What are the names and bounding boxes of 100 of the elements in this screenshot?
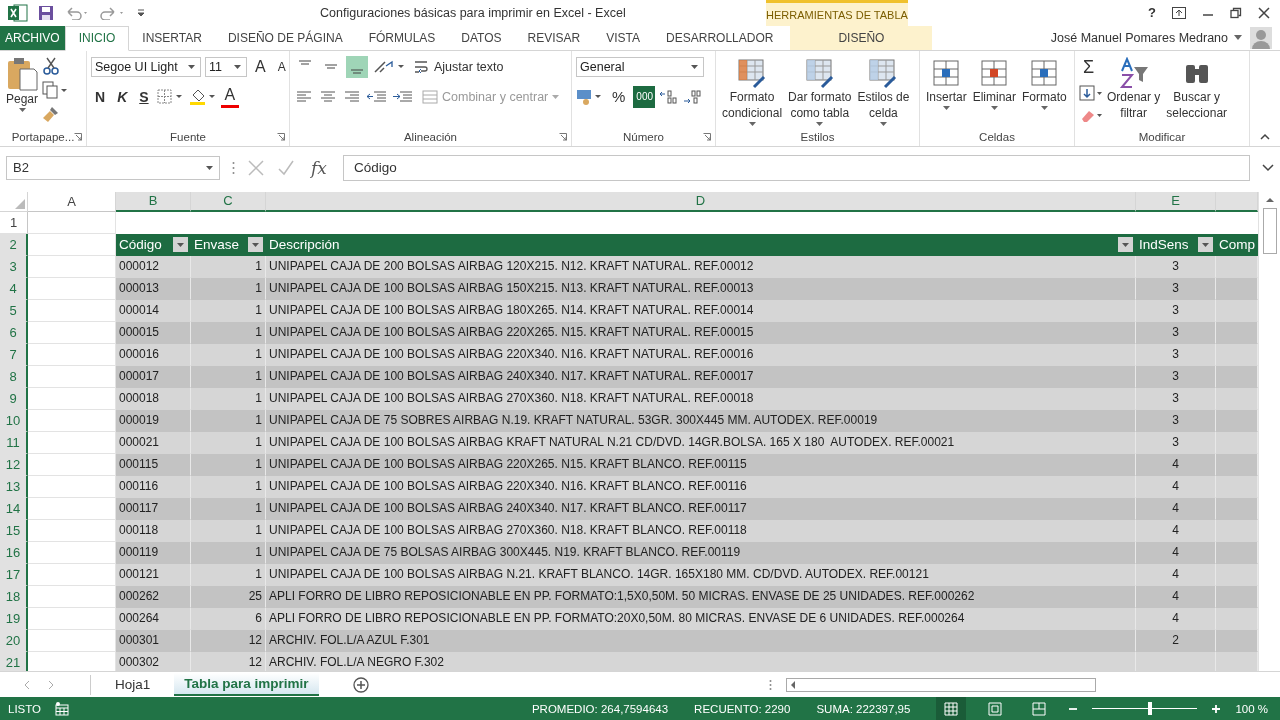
column-header[interactable]: A: [28, 191, 116, 212]
column-header[interactable]: C: [191, 191, 266, 212]
brush-icon[interactable]: [42, 104, 61, 123]
bold-button[interactable]: N: [91, 85, 110, 108]
drag-handle-icon[interactable]: [769, 678, 772, 691]
ribbon-tab[interactable]: ARCHIVO: [0, 26, 65, 50]
row-header[interactable]: 16: [0, 541, 28, 564]
normal-view-button[interactable]: [936, 697, 967, 720]
horizontal-scrollbar[interactable]: [786, 677, 1096, 692]
previous-sheet-icon[interactable]: [22, 679, 32, 690]
check-icon[interactable]: [277, 158, 295, 177]
row-header[interactable]: 10: [0, 409, 28, 432]
row-header[interactable]: 18: [0, 585, 28, 608]
filter-dropdown-icon[interactable]: [173, 236, 188, 252]
undo-icon[interactable]: [64, 6, 90, 20]
user-name[interactable]: José Manuel Pomares Medrano: [1050, 26, 1234, 50]
column-header[interactable]: D: [266, 191, 1136, 212]
collapse-ribbon-icon[interactable]: [1260, 132, 1270, 140]
sheet-tab[interactable]: Tabla para imprimir: [174, 673, 319, 697]
row-header[interactable]: 11: [0, 431, 28, 454]
drag-handle-icon[interactable]: [232, 160, 235, 175]
row-header[interactable]: 15: [0, 519, 28, 542]
column-header[interactable]: B: [116, 191, 191, 212]
restore-icon[interactable]: [1230, 6, 1242, 19]
macro-record-icon[interactable]: [55, 701, 70, 716]
row-header[interactable]: 20: [0, 629, 28, 652]
formula-input[interactable]: Código: [342, 154, 1250, 181]
underline-button[interactable]: S: [135, 85, 153, 108]
column-header[interactable]: E: [1136, 191, 1216, 212]
ribbon-tab[interactable]: DATOS: [448, 26, 515, 50]
decrease-decimal-icon[interactable]: [683, 88, 704, 105]
row-header[interactable]: 14: [0, 497, 28, 520]
row-header[interactable]: 1: [0, 211, 28, 234]
save-icon[interactable]: [38, 5, 54, 21]
row-header[interactable]: 7: [0, 343, 28, 366]
dialog-launcher-icon[interactable]: [74, 132, 82, 141]
align-right-icon[interactable]: [342, 88, 362, 105]
zoom-level[interactable]: 100 %: [1235, 702, 1280, 715]
align-center-icon[interactable]: [318, 88, 338, 105]
expand-icon[interactable]: [1262, 163, 1274, 172]
borders-icon[interactable]: [156, 88, 185, 105]
add-sheet-icon[interactable]: [352, 676, 369, 693]
row-header[interactable]: 4: [0, 277, 28, 300]
delete-cells-button[interactable]: Eliminar: [970, 54, 1019, 112]
row-header[interactable]: 19: [0, 607, 28, 630]
row-header[interactable]: 17: [0, 563, 28, 586]
ribbon-tab[interactable]: REVISAR: [514, 26, 594, 50]
ribbon-display-icon[interactable]: [1172, 6, 1186, 19]
conditional-format-button[interactable]: Formato condicional: [720, 54, 785, 128]
filter-dropdown-icon[interactable]: [248, 236, 263, 252]
fill-color-icon[interactable]: [188, 87, 217, 106]
increase-decimal-icon[interactable]: [659, 88, 680, 105]
decrease-indent-icon[interactable]: [366, 88, 388, 105]
scissors-icon[interactable]: [42, 56, 61, 75]
shrink-font-button[interactable]: A: [273, 55, 290, 78]
ribbon-tab[interactable]: DISEÑO DE PÁGINA: [214, 26, 356, 50]
row-header[interactable]: 12: [0, 453, 28, 476]
caret-icon[interactable]: [1234, 35, 1242, 41]
close-icon[interactable]: [1258, 6, 1270, 19]
font-color-button[interactable]: A: [220, 85, 240, 108]
font-name-dropdown[interactable]: Segoe UI Light: [91, 56, 201, 77]
fill-down-icon[interactable]: [1079, 84, 1103, 101]
row-header[interactable]: 5: [0, 299, 28, 322]
number-format-dropdown[interactable]: General: [576, 56, 704, 77]
name-box[interactable]: B2: [6, 155, 220, 180]
row-header[interactable]: 2: [0, 233, 28, 256]
wrap-text-button[interactable]: Ajustar texto: [410, 55, 508, 78]
align-bottom-button[interactable]: [346, 55, 368, 78]
filter-dropdown-icon[interactable]: [1118, 236, 1133, 252]
increase-indent-icon[interactable]: [392, 88, 414, 105]
redo-icon[interactable]: [100, 6, 126, 20]
grow-font-button[interactable]: A: [251, 55, 270, 78]
align-left-icon[interactable]: [294, 88, 314, 105]
dialog-launcher-icon[interactable]: [559, 132, 567, 141]
zoom-in-icon[interactable]: [1211, 703, 1222, 714]
scrollbar-thumb[interactable]: [1262, 207, 1277, 254]
row-header[interactable]: 13: [0, 475, 28, 498]
autosum-button[interactable]: Σ: [1079, 56, 1103, 79]
insert-function-button[interactable]: fx: [307, 157, 331, 178]
percent-button[interactable]: %: [608, 85, 630, 108]
customize-toolbar-icon[interactable]: [136, 8, 146, 18]
sheet-tab[interactable]: Hoja1: [105, 674, 161, 696]
font-size-dropdown[interactable]: 11: [205, 56, 247, 77]
insert-cells-button[interactable]: Insertar: [924, 54, 969, 112]
dialog-launcher-icon[interactable]: [277, 132, 285, 141]
row-header[interactable]: 9: [0, 387, 28, 410]
row-header[interactable]: 3: [0, 255, 28, 278]
thousands-button[interactable]: 000: [633, 85, 656, 108]
help-button[interactable]: ?: [1148, 5, 1156, 20]
find-select-button[interactable]: Buscar y seleccionar: [1164, 54, 1230, 123]
ribbon-tab[interactable]: FÓRMULAS: [355, 26, 449, 50]
ribbon-tab[interactable]: DISEÑO: [790, 26, 933, 50]
next-sheet-icon[interactable]: [46, 679, 56, 690]
copy-icon[interactable]: [42, 80, 69, 99]
cell-styles-button[interactable]: Estilos de celda: [855, 54, 912, 128]
format-as-table-button[interactable]: Dar formato como tabla: [786, 54, 854, 128]
sort-filter-button[interactable]: Ordenar y filtrar: [1105, 54, 1163, 123]
column-header[interactable]: [1216, 191, 1258, 212]
zoom-slider-thumb[interactable]: [1148, 702, 1153, 715]
row-header[interactable]: 8: [0, 365, 28, 388]
